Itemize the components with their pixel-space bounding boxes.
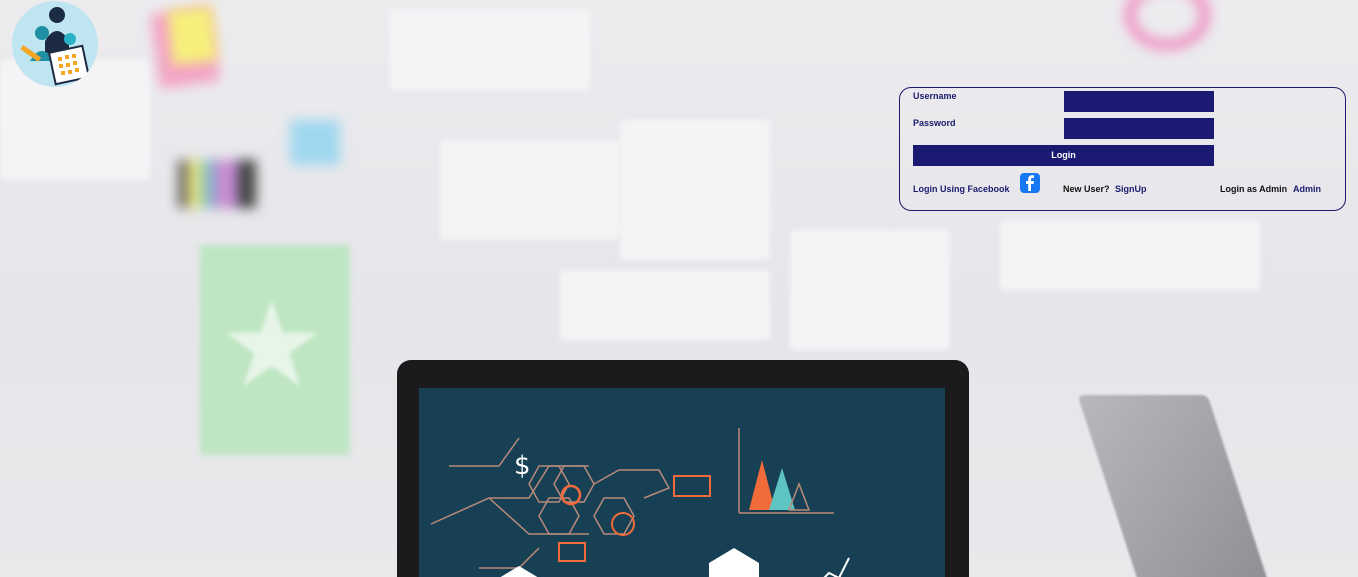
admin-link[interactable]: Admin	[1293, 184, 1321, 194]
new-user-text: New User?	[1063, 184, 1110, 194]
password-field[interactable]	[1064, 118, 1214, 139]
laptop-screen: $	[419, 388, 945, 577]
laptop: $	[397, 360, 969, 577]
color-swatch-strip	[178, 160, 256, 208]
login-button[interactable]: Login	[913, 145, 1214, 166]
trend-arrow-icon	[823, 557, 850, 577]
logo-icon	[12, 1, 98, 87]
card-icon	[558, 542, 586, 562]
star-icon: ★	[218, 278, 326, 412]
infographic-illustration: $	[430, 428, 850, 577]
login-facebook-link[interactable]: Login Using Facebook	[913, 184, 1010, 194]
username-field[interactable]	[1064, 91, 1214, 112]
username-label: Username	[913, 91, 957, 101]
sticky-note-blue	[290, 120, 340, 165]
dollar-icon: $	[514, 451, 531, 481]
pointer-icon	[611, 512, 635, 536]
admin-login-text: Login as Admin	[1220, 184, 1288, 194]
facebook-icon[interactable]	[1020, 173, 1040, 193]
money-icon	[673, 475, 711, 497]
signup-link[interactable]: SignUp	[1115, 184, 1147, 194]
password-label: Password	[913, 118, 956, 128]
sticky-note-yellow	[167, 5, 218, 66]
key-hexagon-icon	[709, 548, 759, 577]
